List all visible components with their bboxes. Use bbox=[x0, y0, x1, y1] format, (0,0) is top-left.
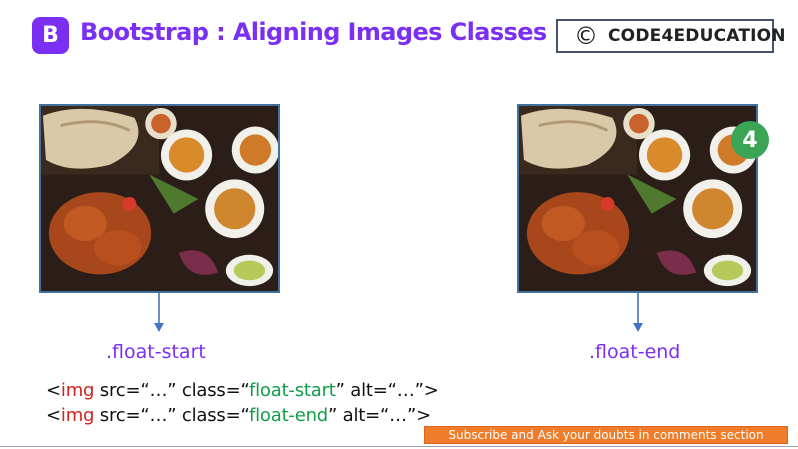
food-photo-left bbox=[41, 106, 278, 291]
food-image-float-end bbox=[517, 104, 758, 293]
arrow-down-icon bbox=[154, 293, 164, 332]
code-bracket: < bbox=[46, 380, 61, 401]
code-attrs: src=“…” class=“ bbox=[94, 405, 249, 426]
code-class-value: float-end bbox=[248, 405, 329, 426]
copyright-icon: © bbox=[574, 22, 598, 50]
code-bracket: < bbox=[46, 405, 61, 426]
food-image-float-start bbox=[39, 104, 280, 293]
code-attrs-end: ” alt=“…”> bbox=[335, 380, 439, 401]
food-photo-right bbox=[519, 106, 756, 291]
subscribe-banner[interactable]: Subscribe and Ask your doubts in comment… bbox=[424, 426, 788, 444]
float-start-label: .float-start bbox=[106, 341, 206, 363]
watermark-icon: 4 bbox=[731, 121, 769, 159]
float-end-label: .float-end bbox=[589, 341, 681, 363]
bootstrap-logo-icon: B bbox=[32, 17, 69, 54]
code-tag: img bbox=[60, 405, 95, 426]
bottom-divider bbox=[0, 446, 798, 447]
brand-badge: © CODE4EDUCATION bbox=[556, 19, 786, 53]
brand-name: CODE4EDUCATION bbox=[608, 26, 786, 46]
code-line-float-end: <img src=“…” class=“float-end” alt=“…”> bbox=[46, 405, 431, 426]
code-tag: img bbox=[60, 380, 95, 401]
code-line-float-start: <img src=“…” class=“float-start” alt=“…”… bbox=[46, 380, 439, 401]
code-attrs-end: ” alt=“…”> bbox=[328, 405, 431, 426]
page-title: Bootstrap : Aligning Images Classes bbox=[80, 18, 547, 46]
arrow-down-icon bbox=[633, 293, 643, 332]
code-attrs: src=“…” class=“ bbox=[94, 380, 249, 401]
code-class-value: float-start bbox=[248, 380, 336, 401]
